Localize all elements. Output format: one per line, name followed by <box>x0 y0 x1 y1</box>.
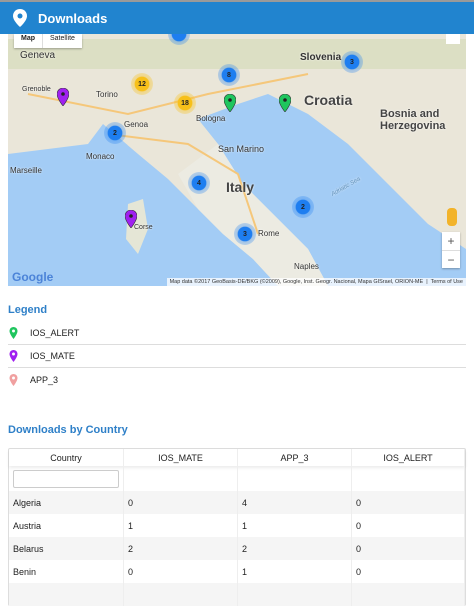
zoom-in-button[interactable]: + <box>442 232 460 250</box>
map-label: San Marino <box>218 144 265 154</box>
legend-label: IOS_ALERT <box>30 328 80 338</box>
column-header-ios-alert[interactable]: IOS_ALERT <box>352 449 465 466</box>
legend-item: IOS_MATE <box>8 345 466 368</box>
table-title: Downloads by Country <box>8 424 128 436</box>
country-filter-input[interactable] <box>13 469 119 488</box>
ios-mate-marker-icon <box>9 350 18 362</box>
filter-cell <box>238 466 352 491</box>
cell-ios-alert: 0 <box>352 514 465 537</box>
cell-ios-mate: 1 <box>124 514 238 537</box>
map-label: Genoa <box>124 120 149 129</box>
ios-mate-marker-icon[interactable] <box>125 210 137 228</box>
column-header-ios-mate[interactable]: IOS_MATE <box>124 449 238 466</box>
legend-label: APP_3 <box>30 374 59 385</box>
map-label: Rome <box>258 229 280 238</box>
map-label: Slovenia <box>300 52 342 63</box>
column-header-app-3[interactable]: APP_3 <box>238 449 352 466</box>
map[interactable]: Map Satellite Geneva Slovenia Croatia Bo… <box>8 34 466 286</box>
legend-label: IOS_MATE <box>30 351 75 361</box>
cluster-marker[interactable]: 18 <box>174 92 196 114</box>
map-label: Monaco <box>86 152 115 161</box>
cluster-marker[interactable]: 2 <box>292 196 314 218</box>
cell-ios-alert: 0 <box>352 560 465 583</box>
filter-cell <box>352 466 465 491</box>
cell-ios-mate <box>124 583 238 606</box>
zoom-out-button[interactable]: − <box>442 250 460 268</box>
cell-app-3: 2 <box>238 537 352 560</box>
map-label: Grenoble <box>22 86 51 93</box>
street-view-pegman-icon[interactable] <box>447 208 457 226</box>
map-label: Bosnia and Herzegovina <box>380 108 446 132</box>
cell-app-3: 1 <box>238 514 352 537</box>
ios-alert-marker-icon[interactable] <box>224 94 236 112</box>
cell-ios-mate: 2 <box>124 537 238 560</box>
cell-country: Belarus <box>9 537 124 560</box>
cell-country: Benin <box>9 560 124 583</box>
map-label: Croatia <box>304 92 353 108</box>
map-label: Marseille <box>10 166 43 175</box>
table-row[interactable]: Benin 0 1 0 <box>9 560 465 583</box>
cell-app-3: 4 <box>238 491 352 514</box>
legend-item: IOS_ALERT <box>8 322 466 345</box>
cell-ios-mate: 0 <box>124 491 238 514</box>
downloads-table: Country IOS_MATE APP_3 IOS_ALERT Algeria… <box>8 448 466 606</box>
table-header: Country IOS_MATE APP_3 IOS_ALERT <box>9 449 465 466</box>
cell-ios-mate: 0 <box>124 560 238 583</box>
cell-country: Algeria <box>9 491 124 514</box>
table-row[interactable] <box>9 583 465 606</box>
cluster-marker[interactable]: 4 <box>188 172 210 194</box>
cluster-marker[interactable]: 12 <box>131 73 153 95</box>
fullscreen-button[interactable] <box>446 34 460 44</box>
map-marker-icon <box>13 9 27 27</box>
map-label: Geneva <box>20 50 56 61</box>
cluster-marker[interactable]: 3 <box>341 51 363 73</box>
ios-alert-marker-icon[interactable] <box>279 94 291 112</box>
page-title: Downloads <box>38 10 108 26</box>
app-3-marker-icon <box>9 373 18 386</box>
map-label: Naples <box>294 262 319 271</box>
column-header-country[interactable]: Country <box>9 449 124 466</box>
cell-app-3 <box>238 583 352 606</box>
cell-app-3: 1 <box>238 560 352 583</box>
app-header: Downloads <box>0 2 474 34</box>
attribution-text: Map data ©2017 GeoBasis-DE/BKG (©2009), … <box>169 279 424 285</box>
map-label: Italy <box>226 179 255 195</box>
legend-title: Legend <box>8 304 48 316</box>
map-label: Torino <box>96 90 118 99</box>
map-type-satellite-button[interactable]: Satellite <box>43 34 82 48</box>
map-label: Bologna <box>196 114 226 123</box>
cell-ios-alert <box>352 583 465 606</box>
cell-country <box>9 583 124 606</box>
cell-country: Austria <box>9 514 124 537</box>
google-logo: Google <box>12 270 54 284</box>
filter-cell <box>9 466 124 491</box>
cluster-marker[interactable]: 2 <box>104 122 126 144</box>
filter-row <box>9 466 465 491</box>
table-row[interactable]: Algeria 0 4 0 <box>9 491 465 514</box>
ios-alert-marker-icon <box>9 327 18 339</box>
filter-cell <box>124 466 238 491</box>
zoom-control: + − <box>442 232 460 268</box>
map-attribution: Map data ©2017 GeoBasis-DE/BKG (©2009), … <box>166 278 466 286</box>
cell-ios-alert: 0 <box>352 491 465 514</box>
cluster-marker[interactable]: 3 <box>234 223 256 245</box>
cluster-marker[interactable]: 8 <box>218 64 240 86</box>
legend-item: APP_3 <box>8 368 466 391</box>
ios-mate-marker-icon[interactable] <box>57 88 69 106</box>
map-type-map-button[interactable]: Map <box>14 34 43 48</box>
terms-link[interactable]: Terms of Use <box>431 279 463 285</box>
cell-ios-alert: 0 <box>352 537 465 560</box>
table-row[interactable]: Austria 1 1 0 <box>9 514 465 537</box>
map-type-control: Map Satellite <box>14 34 82 48</box>
table-row[interactable]: Belarus 2 2 0 <box>9 537 465 560</box>
